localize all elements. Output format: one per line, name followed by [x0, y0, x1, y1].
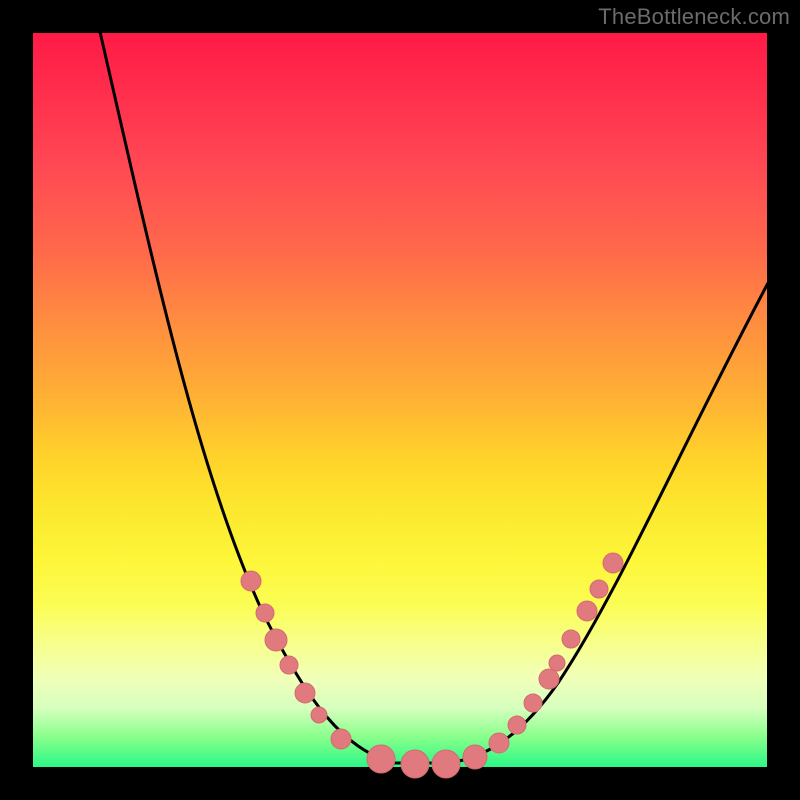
data-marker: [432, 750, 460, 778]
data-marker: [524, 694, 542, 712]
data-marker: [562, 630, 580, 648]
data-marker: [331, 729, 351, 749]
marker-layer: [241, 553, 623, 778]
data-marker: [280, 656, 298, 674]
curve-right: [448, 283, 768, 763]
watermark-text: TheBottleneck.com: [598, 4, 790, 30]
data-marker: [463, 745, 487, 769]
chart-svg: [33, 33, 767, 767]
data-marker: [367, 745, 395, 773]
plot-area: [33, 33, 767, 767]
data-marker: [508, 716, 526, 734]
data-marker: [401, 750, 429, 778]
data-marker: [295, 683, 315, 703]
data-marker: [590, 580, 608, 598]
data-marker: [577, 601, 597, 621]
data-marker: [256, 604, 274, 622]
data-marker: [265, 629, 287, 651]
data-marker: [489, 733, 509, 753]
curve-left: [98, 23, 448, 763]
data-marker: [241, 571, 261, 591]
chart-frame: TheBottleneck.com: [0, 0, 800, 800]
data-marker: [603, 553, 623, 573]
data-marker: [549, 655, 565, 671]
data-marker: [539, 669, 559, 689]
data-marker: [311, 707, 327, 723]
